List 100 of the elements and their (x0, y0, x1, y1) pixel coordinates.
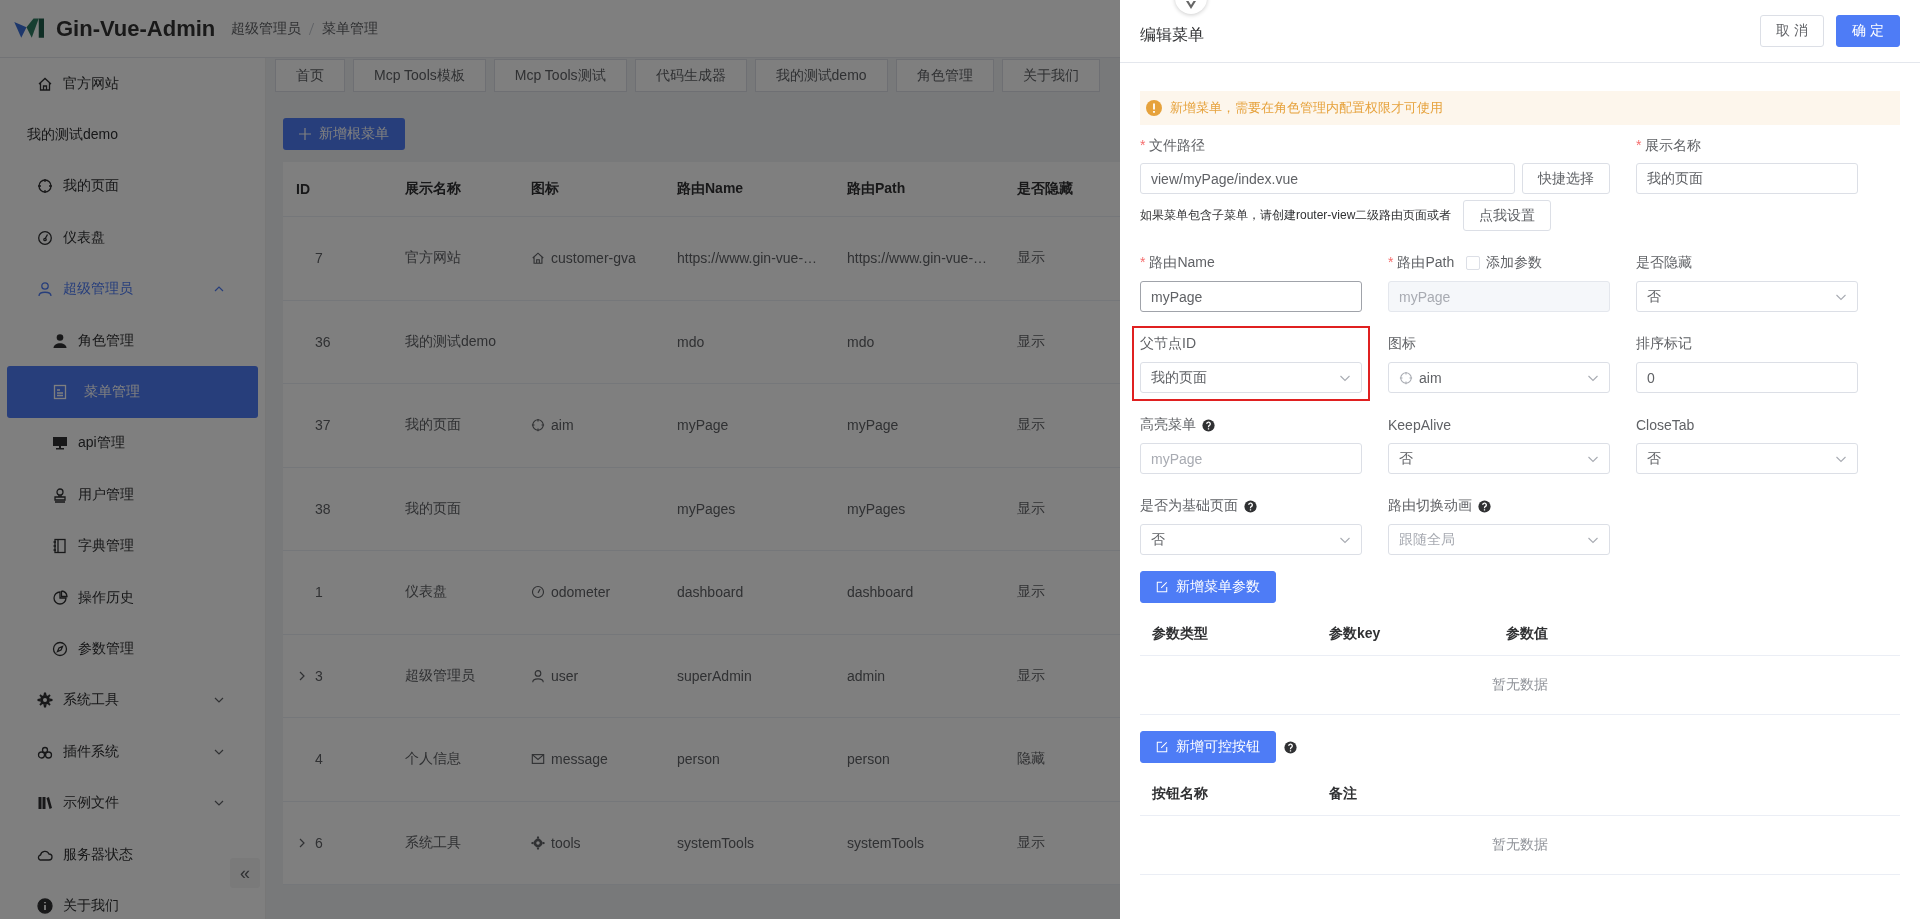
add-button[interactable]: 新增可控按钮 (1140, 731, 1276, 763)
confirm-button[interactable]: 确 定 (1836, 15, 1900, 47)
alert-text: 新增菜单，需要在角色管理内配置权限才可使用 (1170, 99, 1443, 117)
collapse-button[interactable]: « (230, 858, 260, 888)
sidebar-item[interactable]: 官方网站 (7, 58, 225, 110)
notebook-icon (52, 538, 68, 555)
pie-icon (52, 589, 68, 606)
home-icon (531, 251, 545, 266)
table-cell-text: person (677, 751, 721, 768)
table-cell-text: 官方网站 (404, 249, 462, 268)
add-root-menu-button[interactable]: 新增根菜单 (283, 118, 405, 150)
sidebar-item[interactable]: 超级管理员 (7, 263, 225, 315)
odometer-icon (531, 585, 545, 600)
sidebar-item[interactable]: 用户管理 (7, 469, 225, 521)
user-icon (37, 281, 53, 298)
field-label: * 路由Path (1388, 254, 1455, 272)
tab[interactable]: 首页 (275, 59, 345, 92)
tab[interactable]: 角色管理 (895, 59, 994, 92)
tab[interactable]: 我的测试demo (754, 59, 888, 92)
help-icon[interactable] (1244, 499, 1257, 513)
drawer-title: 编辑菜单 (1140, 24, 1204, 45)
hint-text: 如果菜单包含子菜单，请创建router-view二级路由页面或者 (1140, 207, 1452, 224)
sidebar-item[interactable]: 我的测试demo (7, 109, 225, 161)
sidebar-item[interactable]: 参数管理 (7, 623, 225, 675)
text-field[interactable]: myPage (1140, 281, 1362, 312)
table-cell: 7 (315, 250, 323, 267)
table-cell-text: 显示 (1017, 332, 1046, 351)
table-cell-text: 显示 (1017, 499, 1046, 518)
table-cell: 37 (315, 417, 331, 434)
table-cell-text: person (847, 751, 891, 768)
sidebar-item[interactable]: 插件系统 (7, 726, 225, 778)
stamp-icon (52, 486, 68, 503)
select-field[interactable]: aim (1388, 362, 1610, 393)
table-cell-text: myPages (847, 500, 907, 517)
field-label: * 展示名称 (1636, 137, 1703, 155)
sidebar-item[interactable]: 示例文件 (7, 777, 225, 829)
sidebar-item[interactable]: 关于我们 (7, 880, 225, 919)
table-cell: 38 (315, 500, 331, 517)
select-field[interactable]: 跟随全局 (1388, 524, 1610, 555)
tab[interactable]: Mcp Tools测试 (493, 59, 627, 92)
table-cell-text: superAdmin (677, 667, 753, 684)
table-cell-text: 显示 (1017, 416, 1046, 435)
sidebar-item[interactable]: 字典管理 (7, 520, 225, 572)
table-cell-text: systemTools (677, 834, 756, 851)
sidebar-item[interactable]: 操作历史 (7, 571, 225, 624)
table-cell-text: systemTools (847, 834, 926, 851)
table-cell: 1 (315, 584, 323, 601)
sidebar-item[interactable]: 菜单管理 (7, 366, 258, 418)
select-field[interactable]: 否 (1636, 281, 1858, 312)
column-header: 参数值 (1505, 625, 1549, 643)
column-header: 按钮名称 (1151, 785, 1209, 803)
select-field[interactable]: 我的页面 (1140, 362, 1362, 393)
table-cell: 6 (315, 834, 323, 851)
checkbox[interactable] (1466, 256, 1481, 270)
quick-select-button[interactable]: 快捷选择 (1522, 163, 1610, 194)
sidebar-item[interactable]: 仪表盘 (7, 212, 225, 264)
field-label: 父节点ID (1140, 335, 1196, 353)
table-cell-text: 我的页面 (404, 416, 462, 435)
tab[interactable]: 关于我们 (1001, 59, 1100, 92)
breadcrumb-item[interactable]: 菜单管理 (322, 19, 379, 38)
expand-icon[interactable] (298, 836, 306, 849)
settings-button[interactable]: 点我设置 (1463, 200, 1552, 231)
help-icon[interactable] (1284, 740, 1297, 754)
empty-text: 暂无数据 (1492, 676, 1548, 694)
display-name-field[interactable]: 我的页面 (1636, 163, 1858, 194)
sidebar-item[interactable]: 我的页面 (7, 160, 225, 213)
select-field[interactable]: 否 (1140, 524, 1362, 555)
tab[interactable]: Mcp Tools模板 (353, 59, 486, 92)
select-field[interactable]: 否 (1636, 443, 1858, 474)
sidebar-item[interactable]: api管理 (7, 417, 225, 470)
field-label: * 文件路径 (1140, 137, 1207, 155)
file-path-field[interactable]: view/myPage/index.vue (1140, 163, 1515, 194)
add-button[interactable]: 新增菜单参数 (1140, 571, 1276, 603)
home-icon (37, 75, 53, 92)
table-cell-text: 我的测试demo (404, 332, 498, 351)
cancel-button[interactable]: 取 消 (1760, 15, 1825, 47)
table-cell: user (551, 667, 579, 684)
sidebar-item[interactable]: 服务器状态 (7, 828, 225, 881)
table-cell-text: mdo (847, 333, 876, 350)
table-cell-text: 显示 (1017, 666, 1046, 685)
table-cell: tools (551, 834, 581, 851)
sidebar-item[interactable]: 系统工具 (7, 674, 225, 727)
tab[interactable]: 代码生成器 (634, 59, 747, 92)
text-field[interactable]: myPage (1140, 443, 1362, 474)
edit-icon (1156, 741, 1168, 753)
breadcrumb-item[interactable]: 超级管理员 (231, 19, 302, 38)
books-icon (37, 795, 53, 812)
document-icon (52, 384, 68, 401)
select-field[interactable]: 否 (1388, 443, 1610, 474)
help-icon[interactable] (1202, 418, 1215, 432)
help-icon[interactable] (1478, 499, 1491, 513)
checkbox-label: 添加参数 (1486, 254, 1543, 272)
sidebar-item[interactable]: 角色管理 (7, 314, 225, 367)
table-cell-text: 超级管理员 (404, 666, 476, 685)
field-label: 排序标记 (1636, 335, 1692, 353)
text-field[interactable]: 0 (1636, 362, 1858, 393)
warning-icon (1146, 100, 1162, 116)
table-cell-text: dashboard (677, 584, 745, 601)
expand-icon[interactable] (298, 669, 306, 682)
edit-icon (1156, 581, 1168, 593)
